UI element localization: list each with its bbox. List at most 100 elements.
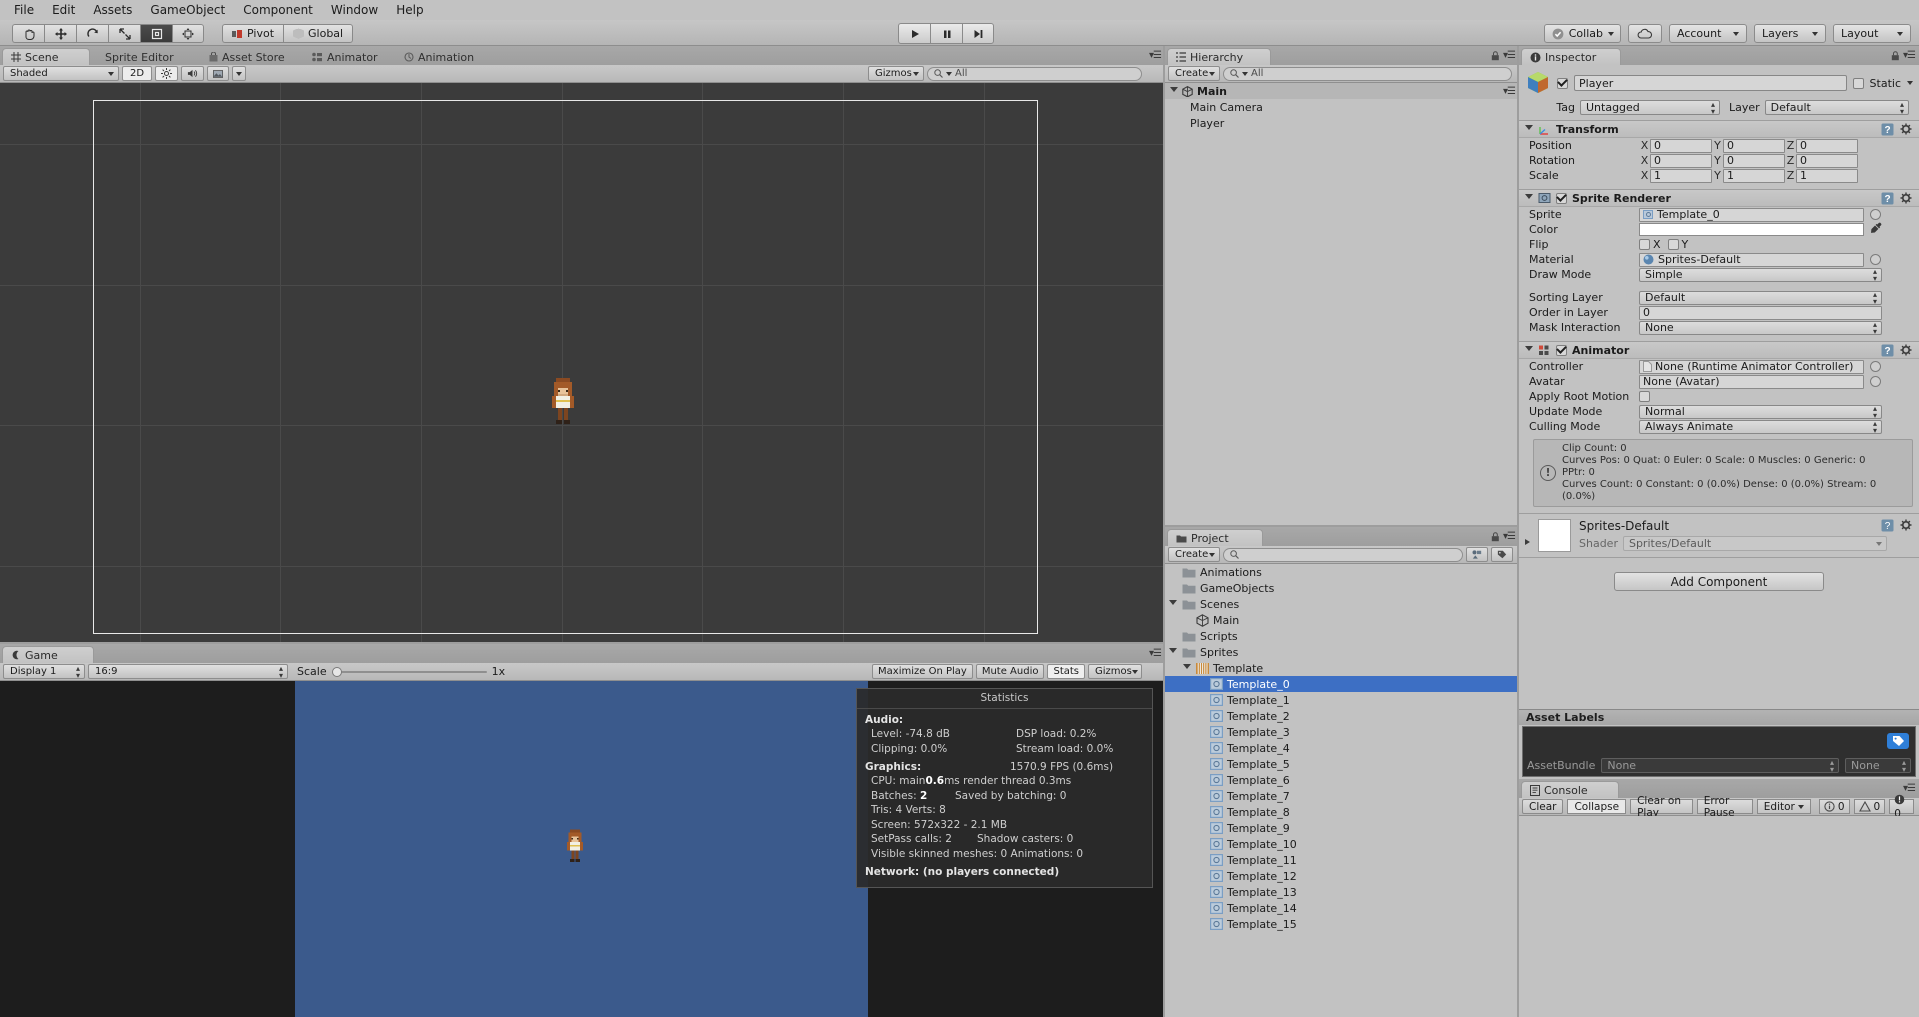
menu-item-edit[interactable]: Edit [43,1,84,19]
hamburger-icon[interactable]: ▾☰ [1149,50,1161,61]
display-dropdown[interactable]: Display 1 ▴▾ [3,664,85,679]
project-create-button[interactable]: Create [1168,547,1220,562]
scale-y-input[interactable]: 1 [1723,169,1785,183]
assetbundle-dropdown[interactable]: None ▴▾ [1601,758,1839,773]
expand-arrow-icon[interactable] [1169,648,1178,656]
move-tool-icon[interactable] [44,24,76,43]
menu-item-window[interactable]: Window [322,1,387,19]
console-tab-options[interactable]: ▾☰ [1903,783,1915,794]
gear-icon[interactable] [1900,192,1913,205]
hamburger-icon[interactable]: ▾☰ [1149,648,1161,659]
hamburger-icon[interactable]: ▾☰ [1903,50,1915,61]
update-mode-dropdown[interactable]: Normal ▴▾ [1639,405,1882,419]
project-item-template_14[interactable]: Template_14 [1165,900,1519,916]
sorting-layer-dropdown[interactable]: Default ▴▾ [1639,291,1882,305]
tab-scene[interactable]: Scene [2,48,90,65]
mute-audio-button[interactable]: Mute Audio [976,664,1045,679]
hierarchy-tree[interactable]: Main ▾☰ Main Camera Player [1165,83,1519,527]
mask-interaction-dropdown[interactable]: None ▴▾ [1639,321,1882,335]
sprite-object-field[interactable]: Template_0 [1639,208,1864,222]
help-icon[interactable]: ? [1881,192,1894,205]
console-warning-counter[interactable]: 0 [1854,799,1886,814]
menu-item-file[interactable]: File [5,1,43,19]
splitter-vertical-left[interactable] [1163,46,1165,1017]
gameobject-enabled-checkbox[interactable] [1557,78,1568,89]
expand-arrow-icon[interactable] [1169,600,1178,608]
project-search-input[interactable] [1223,548,1463,562]
console-clear-button[interactable]: Clear [1522,799,1563,814]
cloud-button[interactable] [1628,24,1662,43]
sprite-renderer-component-header[interactable]: Sprite Renderer ? [1519,189,1919,207]
hand-tool-icon[interactable] [12,24,44,43]
project-item-gameobjects[interactable]: GameObjects [1165,580,1519,596]
avatar-picker-button[interactable] [1870,376,1881,387]
console-error-pause-button[interactable]: Error Pause [1697,799,1753,814]
layers-button[interactable]: Layers [1754,24,1826,43]
tab-inspector[interactable]: Inspector [1521,48,1621,65]
scale-slider-handle[interactable] [332,667,342,677]
pause-button[interactable] [930,23,962,44]
hamburger-icon[interactable]: ▾☰ [1903,783,1915,794]
scene-audio-toggle[interactable] [181,66,204,81]
project-item-template_13[interactable]: Template_13 [1165,884,1519,900]
account-button[interactable]: Account [1669,24,1747,43]
help-icon[interactable]: ? [1881,123,1894,136]
pivot-button[interactable]: Pivot [222,24,283,43]
hierarchy-create-button[interactable]: Create [1168,66,1220,81]
hierarchy-search-input[interactable]: All [1223,67,1512,81]
splitter-horizontal-hierarchy-project[interactable] [1165,525,1517,527]
project-filter-type-button[interactable] [1466,547,1488,562]
aspect-dropdown[interactable]: 16:9 ▴▾ [88,664,288,679]
help-icon[interactable]: ? [1881,344,1894,357]
project-item-template_11[interactable]: Template_11 [1165,852,1519,868]
splitter-vertical-right[interactable] [1517,46,1519,1017]
tab-asset-store[interactable]: Asset Store [200,48,296,65]
project-item-template_10[interactable]: Template_10 [1165,836,1519,852]
stats-button[interactable]: Stats [1047,664,1085,679]
tab-animation[interactable]: Animation [395,48,485,65]
tag-dropdown[interactable]: Untagged ▴▾ [1580,100,1720,115]
avatar-object-field[interactable]: None (Avatar) [1639,375,1864,389]
game-viewport[interactable]: Statistics Audio: Level: -74.8 dB DSP lo… [0,681,1165,1017]
console-error-counter[interactable]: 0 [1889,799,1914,814]
menu-item-gameobject[interactable]: GameObject [141,1,234,19]
console-collapse-button[interactable]: Collapse [1567,799,1626,814]
add-component-button[interactable]: Add Component [1614,572,1824,591]
animator-enabled-checkbox[interactable] [1556,345,1567,356]
sprite-renderer-enabled-checkbox[interactable] [1556,193,1567,204]
menu-item-component[interactable]: Component [234,1,322,19]
position-x-input[interactable]: 0 [1650,139,1712,153]
console-editor-dropdown[interactable]: Editor [1757,799,1811,814]
hierarchy-tab-options[interactable]: ▾☰ [1491,50,1515,61]
controller-object-field[interactable]: None (Runtime Animator Controller) [1639,360,1864,374]
hierarchy-item-main-camera[interactable]: Main Camera [1165,99,1519,115]
scene-fx-dropdown[interactable] [232,66,246,81]
project-item-template_2[interactable]: Template_2 [1165,708,1519,724]
tab-game[interactable]: Game [2,646,94,663]
project-item-template_9[interactable]: Template_9 [1165,820,1519,836]
shading-mode-dropdown[interactable]: Shaded [3,66,119,81]
tab-sprite-editor[interactable]: Sprite Editor [96,48,185,65]
chevron-down-icon[interactable] [1907,81,1913,85]
scale-tool-icon[interactable] [108,24,140,43]
menu-item-assets[interactable]: Assets [84,1,141,19]
project-item-template_6[interactable]: Template_6 [1165,772,1519,788]
scale-slider[interactable] [332,666,487,678]
hamburger-icon[interactable]: ▾☰ [1503,86,1515,97]
project-item-template_3[interactable]: Template_3 [1165,724,1519,740]
project-item-template_4[interactable]: Template_4 [1165,740,1519,756]
lock-icon[interactable] [1491,51,1500,61]
menu-item-help[interactable]: Help [387,1,432,19]
scene-tab-options[interactable]: ▾☰ [1149,50,1161,61]
scene-fx-button[interactable] [207,66,229,81]
flip-y-checkbox[interactable] [1668,239,1679,250]
scale-x-input[interactable]: 1 [1650,169,1712,183]
project-item-template_1[interactable]: Template_1 [1165,692,1519,708]
gameobject-name-input[interactable]: Player [1574,75,1847,91]
hierarchy-scene-row[interactable]: Main ▾☰ [1165,83,1519,99]
project-item-main[interactable]: Main [1165,612,1519,628]
expand-arrow-icon[interactable] [1170,87,1178,95]
controller-picker-button[interactable] [1870,361,1881,372]
expand-arrow-icon[interactable] [1525,346,1533,354]
material-picker-button[interactable] [1870,254,1881,265]
